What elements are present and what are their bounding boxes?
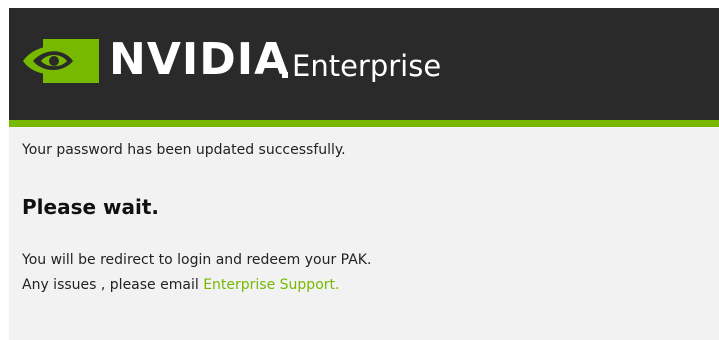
header-accent-bar (9, 120, 719, 127)
redirect-message: You will be redirect to login and redeem… (22, 252, 372, 268)
site-header: NVIDIA Enterprise (9, 8, 719, 120)
brand-name: NVIDIA (109, 34, 290, 85)
nvidia-eye-icon (23, 39, 99, 83)
issues-prefix: Any issues , please email (22, 277, 204, 293)
issues-line: Any issues , please email Enterprise Sup… (22, 273, 371, 298)
brand-dot (282, 72, 288, 78)
success-message: Your password has been updated successfu… (22, 142, 346, 158)
message-panel: Your password has been updated successfu… (22, 140, 682, 293)
brand-suffix: Enterprise (292, 49, 442, 83)
wait-heading: Please wait. (22, 195, 159, 219)
info-text: You will be redirect to login and redeem… (22, 248, 371, 298)
enterprise-support-link[interactable]: Enterprise Support. (203, 277, 339, 293)
